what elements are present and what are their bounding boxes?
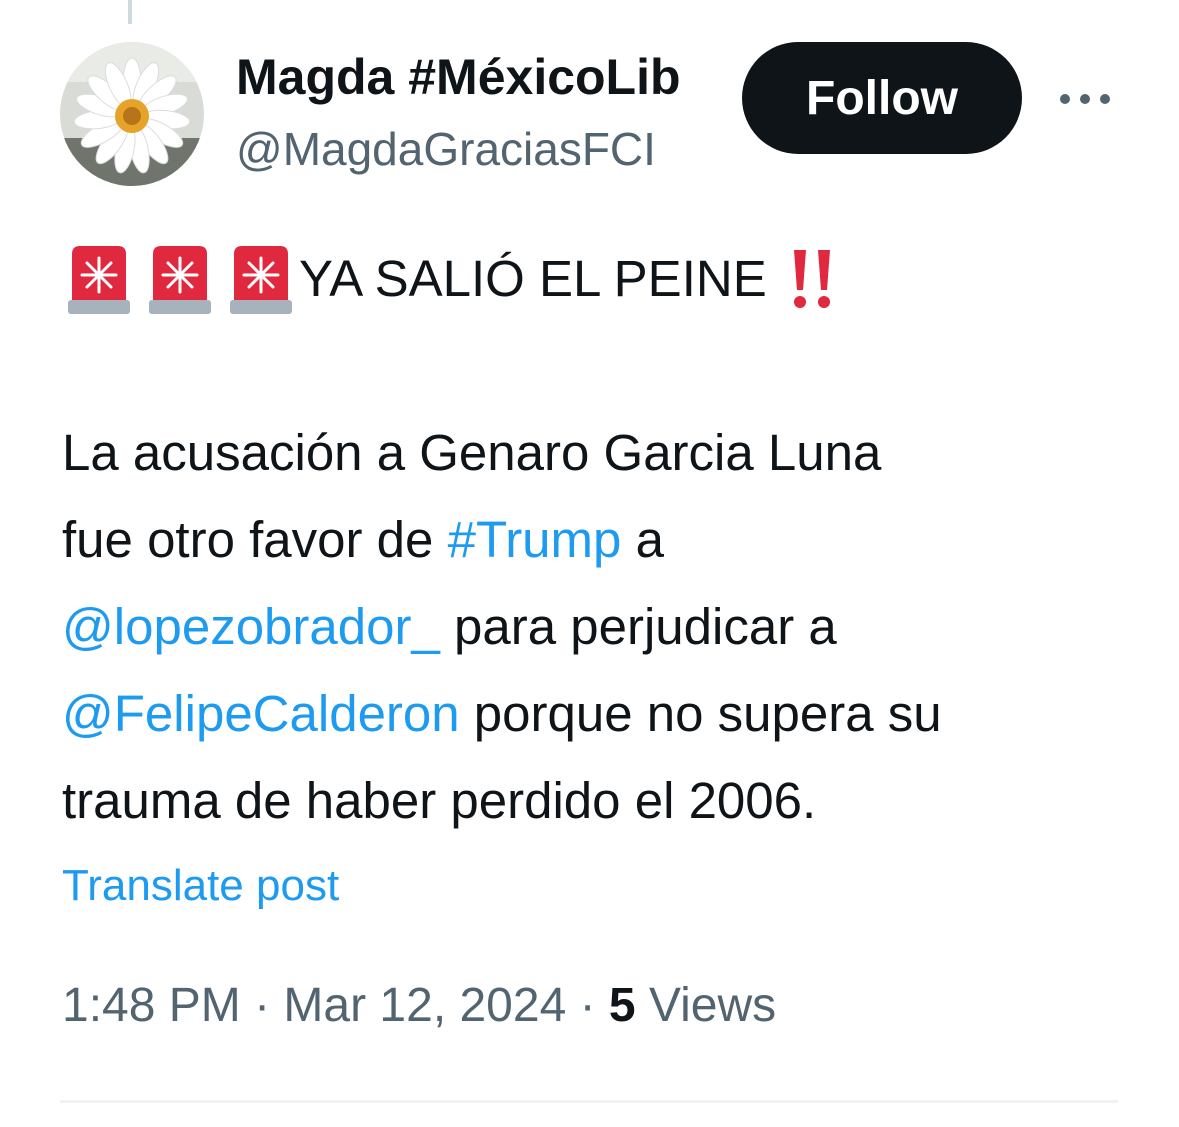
post-body-line: fue otro favor de #Trump a xyxy=(62,497,664,583)
mention-link-felipecalderon[interactable]: @FelipeCalderon xyxy=(62,685,460,742)
avatar[interactable] xyxy=(60,42,204,186)
post-metadata: 1:48 PM · Mar 12, 2024 · 5 Views xyxy=(62,974,776,1038)
daisy-flower-avatar-icon xyxy=(60,42,204,186)
post-text: fue otro favor de xyxy=(62,511,448,568)
divider xyxy=(60,1100,1118,1103)
police-car-light-icon xyxy=(62,240,136,318)
translate-post-link[interactable]: Translate post xyxy=(62,856,339,916)
meta-separator: · xyxy=(240,979,284,1032)
views-count[interactable]: 5 xyxy=(609,979,636,1032)
follow-button[interactable]: Follow xyxy=(742,42,1022,154)
police-car-light-icon xyxy=(143,240,217,318)
police-car-light-icon xyxy=(224,240,298,318)
more-options-button[interactable] xyxy=(1050,74,1120,124)
post-headline-line: YA SALIÓ EL PEINE xyxy=(62,236,835,322)
more-dots-icon xyxy=(1060,94,1110,104)
post-body-line: La acusación a Genaro Garcia Luna xyxy=(62,410,881,496)
post-text: porque no supera su xyxy=(459,685,942,742)
views-label[interactable]: Views xyxy=(636,979,776,1032)
hashtag-link-trump[interactable]: #Trump xyxy=(448,511,622,568)
post-time[interactable]: 1:48 PM xyxy=(62,979,241,1032)
author-handle[interactable]: @MagdaGraciasFCI xyxy=(236,120,712,178)
meta-separator: · xyxy=(566,979,609,1032)
thread-connector-line xyxy=(128,0,132,24)
post-text: para perjudicar a xyxy=(439,598,837,655)
post-headline: YA SALIÓ EL PEINE xyxy=(299,250,767,307)
post-body-line: @lopezobrador_ para perjudicar a xyxy=(62,584,837,670)
post-date[interactable]: Mar 12, 2024 xyxy=(283,979,566,1032)
mention-link-lopezobrador[interactable]: @lopezobrador_ xyxy=(62,598,440,655)
post-body-line: @FelipeCalderon porque no supera su xyxy=(62,671,942,757)
post-text: La acusación a Genaro Garcia Luna xyxy=(62,424,882,481)
post-body-line: trauma de haber perdido el 2006. xyxy=(62,758,816,844)
double-exclamation-icon xyxy=(789,246,835,312)
post-text: trauma de haber perdido el 2006. xyxy=(62,772,817,829)
author-display-name[interactable]: Magda #MéxicoLib xyxy=(236,47,712,107)
post-text: a xyxy=(621,511,664,568)
